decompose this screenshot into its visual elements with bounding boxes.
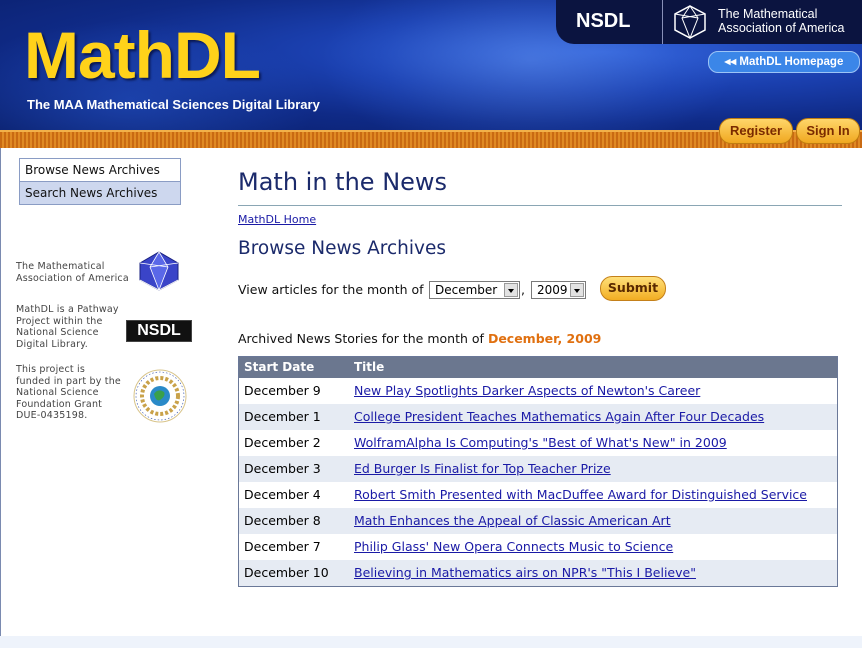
title-divider (238, 205, 842, 206)
maa-name-line1: The Mathematical (718, 7, 818, 21)
sidebar-maa-line1: The Mathematical (16, 261, 105, 272)
date-separator: , (521, 282, 525, 297)
badge-divider (662, 0, 663, 44)
funding-line: DUE-0435198. (16, 410, 88, 421)
view-articles-label: View articles for the month of (238, 282, 424, 297)
sidebar-item-browse-news-archives[interactable]: Browse News Archives (19, 158, 181, 182)
table-row: December 3 Ed Burger Is Finalist for Top… (239, 456, 837, 482)
funding-line: Foundation Grant (16, 398, 103, 410)
register-button[interactable]: Register (719, 118, 793, 144)
chevron-down-icon[interactable] (504, 283, 518, 297)
maa-name[interactable]: The Mathematical Association of America (718, 7, 844, 35)
sidebar-maa-line2: Association of America (16, 272, 129, 284)
site-header: MathDL The MAA Mathematical Sciences Dig… (0, 0, 862, 130)
archived-heading: Archived News Stories for the month of D… (238, 331, 601, 346)
row-title-link[interactable]: New Play Spotlights Darker Aspects of Ne… (354, 378, 700, 404)
row-title-link[interactable]: Robert Smith Presented with MacDuffee Aw… (354, 482, 807, 508)
pathway-line: MathDL is a Pathway (16, 304, 119, 315)
sign-in-button[interactable]: Sign In (796, 118, 860, 144)
sidebar-nav: Browse News Archives Search News Archive… (19, 158, 181, 205)
pathway-line: National Science (16, 327, 99, 338)
row-date: December 4 (244, 487, 321, 502)
table-row: December 9 New Play Spotlights Darker As… (239, 378, 837, 404)
row-date: December 10 (244, 565, 329, 580)
maa-polyhedron-icon[interactable] (136, 250, 182, 292)
maa-name-line2: Association of America (718, 21, 845, 35)
pathway-line: Project within the (16, 315, 103, 327)
table-row: December 8 Math Enhances the Appeal of C… (239, 508, 837, 534)
row-date: December 3 (244, 461, 321, 476)
row-date: December 9 (244, 383, 321, 398)
nsf-seal-icon[interactable] (130, 368, 190, 424)
column-header-title: Title (354, 360, 385, 374)
table-row: December 7 Philip Glass' New Opera Conne… (239, 534, 837, 560)
mathdl-logo[interactable]: MathDL (24, 22, 261, 88)
nsdl-sidebar-logo-text: NSDL (137, 322, 181, 339)
row-title-link[interactable]: Philip Glass' New Opera Connects Music t… (354, 534, 673, 560)
page-footer-strip (0, 636, 862, 648)
table-row: December 10 Believing in Mathematics air… (239, 560, 837, 586)
month-select-value: December (435, 283, 498, 297)
sidebar-maa-credit: The Mathematical Association of America (16, 261, 129, 284)
row-date: December 8 (244, 513, 321, 528)
table-header: Start Date Title (239, 357, 837, 378)
row-date: December 7 (244, 539, 321, 554)
month-select[interactable]: December (429, 281, 520, 299)
table-row: December 2 WolframAlpha Is Computing's "… (239, 430, 837, 456)
year-select-value: 2009 (537, 283, 568, 297)
nsdl-sidebar-logo[interactable]: NSDL (126, 320, 192, 342)
row-title-link[interactable]: Believing in Mathematics airs on NPR's "… (354, 560, 696, 586)
page-left-border (0, 148, 1, 648)
sidebar-funding-text: This project is funded in part by the Na… (16, 364, 121, 422)
nsdl-logo-text: NSDL (576, 10, 631, 32)
archived-month: December, 2009 (487, 331, 602, 346)
row-title-link[interactable]: Math Enhances the Appeal of Classic Amer… (354, 508, 671, 534)
table-row: December 1 College President Teaches Mat… (239, 404, 837, 430)
row-date: December 1 (244, 409, 321, 424)
section-title: Browse News Archives (238, 238, 446, 259)
year-select[interactable]: 2009 (531, 281, 586, 299)
sidebar-pathway-text: MathDL is a Pathway Project within the N… (16, 304, 119, 350)
nsdl-logo[interactable]: NSDL (576, 10, 630, 33)
pathway-line: Digital Library. (16, 338, 88, 350)
funding-line: National Science (16, 387, 99, 398)
row-title-link[interactable]: Ed Burger Is Finalist for Top Teacher Pr… (354, 456, 611, 482)
row-date: December 2 (244, 435, 321, 450)
site-tagline: The MAA Mathematical Sciences Digital Li… (27, 97, 320, 112)
row-title-link[interactable]: College President Teaches Mathematics Ag… (354, 404, 764, 430)
page-title: Math in the News (238, 168, 448, 196)
chevron-down-icon[interactable] (570, 283, 584, 297)
sidebar-item-search-news-archives[interactable]: Search News Archives (19, 182, 181, 205)
news-table: Start Date Title December 9 New Play Spo… (238, 356, 838, 587)
column-header-start-date: Start Date (244, 360, 315, 374)
table-row: December 4 Robert Smith Presented with M… (239, 482, 837, 508)
submit-button[interactable]: Submit (600, 276, 666, 301)
funding-line: funded in part by the (16, 375, 121, 387)
archived-prefix: Archived News Stories for the month of (238, 331, 484, 346)
row-title-link[interactable]: WolframAlpha Is Computing's "Best of Wha… (354, 430, 727, 456)
mathdl-homepage-button[interactable]: ◂◂ MathDL Homepage (708, 51, 860, 73)
funding-line: This project is (16, 364, 86, 375)
breadcrumb-mathdl-home[interactable]: MathDL Home (238, 213, 316, 226)
maa-logo-icon[interactable] (672, 4, 708, 40)
